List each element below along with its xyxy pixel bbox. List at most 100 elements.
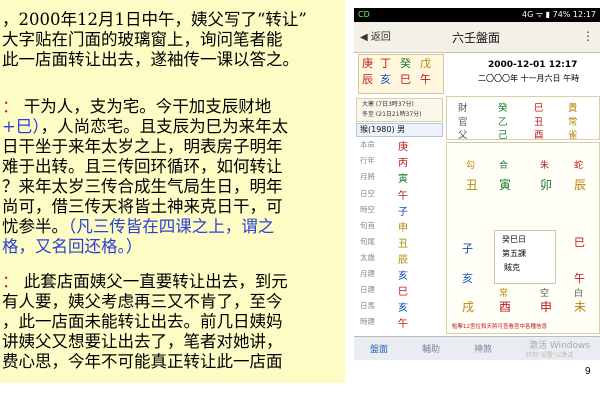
transmission-cell[interactable]: 酉 — [534, 127, 544, 141]
chart-lunar-date: 二〇〇〇年 十一月六日 午時 — [478, 74, 580, 83]
app-title: 六壬盤面 — [452, 31, 501, 45]
palace-cell[interactable]: 酉 — [499, 298, 511, 315]
nav-aux[interactable]: 輔助 — [422, 342, 440, 355]
palace-cell[interactable]: 寅 — [499, 176, 511, 193]
text-line: ，此一店面未能转让出去。前几日姨妈 — [2, 312, 283, 332]
side-value: 庚 — [398, 142, 408, 153]
text-segment: ，人尚恋宅。且支辰为巳为来年太 — [40, 117, 289, 136]
palace-cell[interactable]: 勾 — [466, 158, 475, 171]
side-label: 行年 — [360, 156, 375, 165]
text-line: 费心思，今年不可能真正转让此一店面 — [2, 352, 283, 372]
side-label: 旬尾 — [360, 237, 375, 246]
slide: ，2000年12月1日中午，姨父写了“转让” 大字贴在门面的玻璃窗上，询问笔者能此… — [0, 0, 600, 400]
solar-term-1: 大寒 (7日3時37分) — [362, 101, 414, 108]
transmission-cell[interactable]: 雀 — [568, 127, 578, 141]
palace-cell[interactable]: 未 — [574, 298, 586, 315]
text-line: 日干坐于来年太岁之上，明表房子明年 — [2, 137, 283, 157]
text-segment: 费心思，今年不可能真正转让此一店面 — [2, 352, 283, 371]
page-number: 9 — [585, 366, 591, 377]
side-value: 午 — [398, 191, 408, 202]
text-line: 讲姨父又想要让出去了，笔者对她讲， — [2, 332, 283, 352]
palace-cell[interactable]: 亥 — [462, 270, 473, 286]
transmission-cell[interactable]: 乙 — [498, 114, 508, 128]
text-line: 有人要，姨父考虑再三又不肯了，至今 — [2, 292, 283, 312]
transmission-cell[interactable]: 財 — [458, 100, 468, 114]
gz-7: 巳 — [400, 73, 411, 86]
text-segment: （凡三传皆在四课之上，谓之 — [68, 217, 275, 236]
menu-icon[interactable]: ⋮ — [582, 29, 594, 43]
transmission-cell[interactable]: 貴 — [568, 100, 578, 114]
side-value: 寅 — [398, 174, 408, 185]
status-left: CD — [358, 10, 370, 19]
text-segment: 格，又名回还格。） — [2, 237, 143, 256]
palace-cell[interactable]: 丑 — [466, 176, 478, 193]
text-segment: ，此一店面未能转让出去。前几日姨妈 — [2, 312, 283, 331]
transmission-cell[interactable]: 己 — [498, 127, 508, 141]
transmission-cell[interactable]: 癸 — [498, 100, 508, 114]
palace-cell[interactable]: 蛇 — [574, 158, 583, 171]
side-value: 辰 — [398, 255, 408, 266]
app-title-bar: ◀ 返回 六壬盤面 ⋮ — [354, 22, 600, 53]
text-segment: 尚可，借三传天将皆土神来克日干，可 — [2, 197, 283, 216]
text-segment: ： — [2, 272, 19, 291]
text-segment: ： — [2, 97, 19, 116]
phone-screenshot: CD 4G ᯤ ▮ 74% 12:17 ◀ 返回 六壬盤面 ⋮ 庚 丁 癸 戊 … — [354, 8, 600, 360]
text-line: 尚可，借三传天将皆土神来克日干，可 — [2, 197, 283, 217]
transmission-cell[interactable]: 巳 — [534, 100, 544, 114]
side-label: 太歲 — [360, 253, 375, 262]
palace-cell[interactable]: 卯 — [540, 176, 552, 193]
text-segment: 讲姨父又想要让出去了，笔者对她讲， — [2, 332, 283, 351]
text-panel: ，2000年12月1日中午，姨父写了“转让” 大字贴在门面的玻璃窗上，询问笔者能此… — [0, 0, 345, 383]
text-segment: 难于出转。且三传回环循环，如何转让 — [2, 157, 283, 176]
palace-cell[interactable]: 常 — [499, 286, 508, 299]
text-segment: 干为人，支为宅。今干加支辰财地 — [18, 97, 272, 116]
text-line: ： 干为人，支为宅。今干加支辰财地 — [2, 97, 271, 117]
text-segment: 大字贴在门面的玻璃窗上，询问笔者能 — [2, 30, 283, 49]
transmission-cell[interactable]: 常 — [568, 114, 578, 128]
side-label: 日空 — [360, 189, 375, 198]
back-button[interactable]: ◀ 返回 — [360, 28, 391, 43]
text-segment: 日干坐于来年太岁之上，明表房子明年 — [2, 137, 283, 156]
palace-cell[interactable]: 戌 — [462, 298, 474, 315]
text-line: +巳），人尚恋宅。且支辰为巳为来年太 — [2, 117, 288, 137]
side-value: 亥 — [398, 303, 408, 314]
palace-cell[interactable]: 申 — [540, 298, 552, 315]
palace-cell[interactable]: 午 — [574, 270, 585, 286]
transmission-cell[interactable]: 官 — [458, 114, 468, 128]
status-right: 4G ᯤ ▮ 74% 12:17 — [521, 10, 596, 19]
side-label: 旬首 — [360, 221, 375, 230]
text-line: 此一店面转让出去，遂袖传一课以答之。 — [2, 50, 299, 70]
text-line: 难于出转。且三传回环循环，如何转让 — [2, 157, 283, 177]
palace-cell[interactable]: 子 — [462, 240, 473, 256]
text-segment: 此套店面姨父一直要转让出去，到元 — [18, 272, 288, 291]
palace-cell[interactable]: 朱 — [540, 158, 549, 171]
palace-cell[interactable]: 白 — [574, 286, 583, 299]
text-segment: ？来年太岁三传合成生气局生日，明年 — [2, 177, 283, 196]
text-line: 格，又名回还格。） — [2, 237, 142, 257]
gz-2: 丁 — [380, 57, 391, 70]
side-value: 午 — [398, 319, 408, 330]
text-segment: 忧参半。 — [2, 217, 68, 236]
transmission-cell[interactable]: 丑 — [534, 114, 544, 128]
palace-cell[interactable]: 空 — [540, 286, 549, 299]
palace-cell[interactable]: 合 — [499, 158, 508, 171]
nav-shensha[interactable]: 神煞 — [474, 342, 492, 355]
palace-cell[interactable]: 癸巳日 — [502, 234, 526, 245]
palace-cell[interactable]: 巳 — [574, 234, 585, 250]
nav-board[interactable]: 盤面 — [370, 342, 388, 355]
gz-6: 亥 — [380, 73, 391, 86]
palace-cell[interactable]: 賊克 — [504, 262, 520, 273]
palace-cell[interactable]: 第五課 — [502, 248, 526, 259]
palace-cell[interactable]: 辰 — [574, 176, 586, 193]
gz-3: 癸 — [400, 57, 411, 70]
text-segment: 有人要，姨父考虑再三又不肯了，至今 — [2, 292, 283, 311]
footer-note: 點擊12宮位和天將可查看宮中各種信息 — [452, 324, 547, 330]
text-segment: ，2000年12月1日中午，姨父写了“转让” — [2, 10, 307, 29]
text-line: 忧参半。（凡三传皆在四课之上，谓之 — [2, 217, 274, 237]
text-line: ，2000年12月1日中午，姨父写了“转让” — [2, 10, 307, 30]
side-value: 丙 — [398, 158, 408, 169]
text-line: ？来年太岁三传合成生气局生日，明年 — [2, 177, 283, 197]
transmission-cell[interactable]: 父 — [458, 127, 468, 141]
side-label: 本命 — [360, 140, 375, 149]
status-bar: CD 4G ᯤ ▮ 74% 12:17 — [354, 8, 600, 22]
